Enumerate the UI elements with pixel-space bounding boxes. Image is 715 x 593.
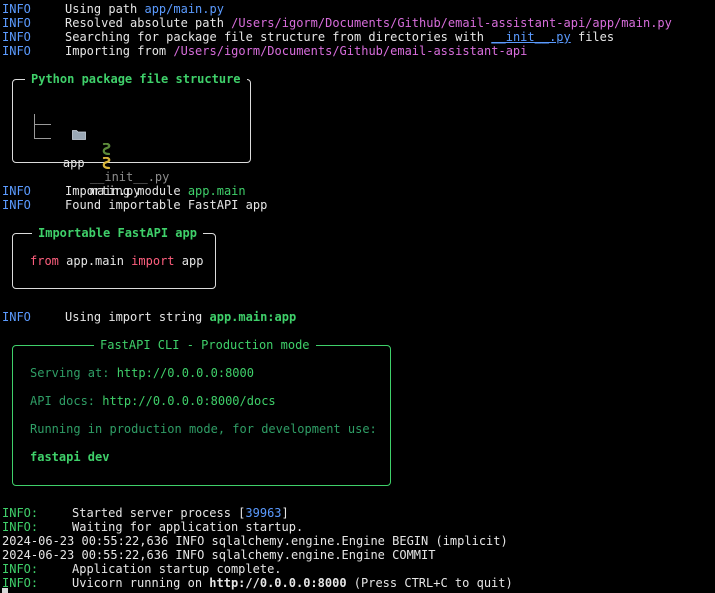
terminal-cursor [2, 588, 8, 593]
panel-title: FastAPI CLI - Production mode [94, 338, 316, 352]
keyword-from: from [30, 254, 59, 268]
docs-label: API docs: [30, 394, 103, 408]
docs-url-link[interactable]: http://0.0.0.0:8000/docs [102, 394, 275, 408]
file-name: __init__.py [89, 170, 170, 184]
log-line-uvicorn-running: INFO: Uvicorn running on http://0.0.0.0:8… [2, 576, 513, 590]
keyword-import: import [131, 254, 175, 268]
log-line-resolved-path: INFO Resolved absolute path /Users/igorm/… [2, 16, 672, 30]
log-line-waiting: INFO: Waiting for application startup. [2, 520, 303, 534]
log-text-tail: files [570, 30, 615, 44]
log-text-tail: (Press CTRL+C to quit) [346, 576, 513, 590]
log-level: INFO: [2, 520, 39, 534]
log-line-sql-begin: 2024-06-23 00:55:22,636 INFO sqlalchemy.… [2, 534, 508, 548]
package-structure-panel: Python package file structure app __init… [12, 72, 251, 198]
tree-connector [34, 114, 35, 139]
tree-connector [34, 138, 51, 139]
tree-connector [34, 124, 51, 125]
log-text: Uvicorn running on [72, 576, 210, 590]
log-level: INFO: [2, 562, 39, 576]
log-line-importing-module: INFO Importing module app.main [2, 184, 246, 198]
log-init-file: __init__.py [491, 30, 571, 44]
log-text: Application startup complete. [72, 562, 282, 576]
tree-file-row: __init__.py [57, 114, 169, 184]
production-note: Running in production mode, for developm… [30, 422, 377, 436]
log-path: app/main.py [144, 2, 224, 16]
log-line-started-server: INFO: Started server process [39963] [2, 506, 289, 520]
importable-app-panel: Importable FastAPI app from app.main imp… [12, 226, 216, 289]
uvicorn-url-link[interactable]: http://0.0.0.0:8000 [209, 576, 346, 590]
log-text: Started server process [ [72, 506, 246, 520]
import-code-line: from app.main import app [30, 254, 203, 268]
log-level: INFO [2, 198, 31, 212]
log-level: INFO [2, 184, 31, 198]
import-name: app [181, 254, 204, 268]
serving-url-link[interactable]: http://0.0.0.0:8000 [117, 366, 254, 380]
serving-label: Serving at: [30, 366, 117, 380]
import-string: app.main:app [209, 310, 297, 324]
log-level: INFO [2, 44, 31, 58]
log-line-using-path: INFO Using path app/main.py [2, 2, 224, 16]
log-text-tail: ] [281, 506, 289, 520]
log-level: INFO [2, 2, 31, 16]
log-path: /Users/igorm/Documents/Github/email-assi… [231, 16, 672, 30]
log-text: Using import string [65, 310, 210, 324]
log-line-import-string: INFO Using import string app.main:app [2, 310, 296, 324]
log-path: /Users/igorm/Documents/Github/email-assi… [173, 44, 528, 58]
tree-folder-row: app [29, 100, 87, 170]
process-id: 39963 [245, 506, 282, 520]
dev-command: fastapi dev [30, 450, 110, 464]
log-line-sql-commit: 2024-06-23 00:55:22,636 INFO sqlalchemy.… [2, 548, 436, 562]
log-text: Importing from [65, 44, 174, 58]
log-text: Searching for package file structure fro… [65, 30, 492, 44]
log-level: INFO [2, 16, 31, 30]
tree-file-row: main.py [57, 128, 140, 198]
log-line-startup-complete: INFO: Application startup complete. [2, 562, 282, 576]
log-text: Waiting for application startup. [72, 520, 304, 534]
log-module: app.main [187, 184, 246, 198]
log-line-importing-from: INFO Importing from /Users/igorm/Document… [2, 44, 527, 58]
log-level: INFO: [2, 506, 39, 520]
log-text: Found importable FastAPI app [65, 198, 268, 212]
serving-at-line: Serving at: http://0.0.0.0:8000 [30, 366, 254, 380]
log-line-searching: INFO Searching for package file structure… [2, 30, 614, 44]
log-text: Resolved absolute path [65, 16, 232, 30]
log-level: INFO [2, 310, 31, 324]
panel-title: Python package file structure [25, 72, 247, 86]
panel-title: Importable FastAPI app [32, 226, 203, 240]
api-docs-line: API docs: http://0.0.0.0:8000/docs [30, 394, 276, 408]
log-line-found-app: INFO Found importable FastAPI app [2, 198, 267, 212]
log-text: Importing module [65, 184, 188, 198]
log-text: Using path [65, 2, 145, 16]
log-level: INFO [2, 30, 31, 44]
fastapi-cli-panel: FastAPI CLI - Production mode Serving at… [12, 338, 391, 486]
module-name: app.main [66, 254, 124, 268]
log-level: INFO: [2, 576, 39, 590]
